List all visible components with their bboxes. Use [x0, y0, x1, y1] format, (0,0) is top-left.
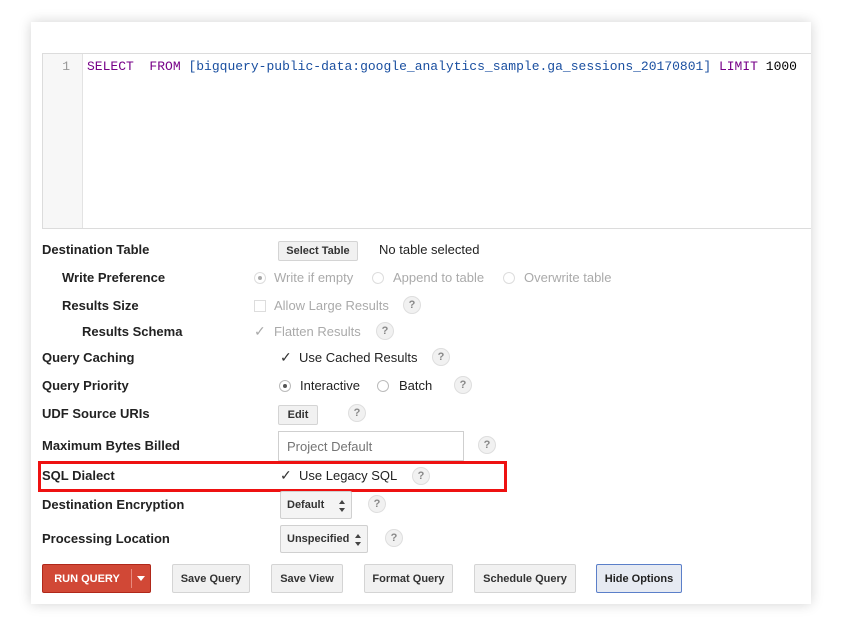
processing-location-value: Unspecified	[287, 533, 350, 545]
help-icon[interactable]: ?	[385, 529, 403, 547]
help-icon[interactable]: ?	[478, 436, 496, 454]
help-icon[interactable]: ?	[348, 404, 366, 422]
destination-encryption-select[interactable]: Default	[280, 491, 352, 519]
flatten-results-label: Flatten Results	[274, 324, 361, 339]
line-gutter: 1	[43, 54, 83, 228]
write-if-empty-label: Write if empty	[274, 270, 354, 285]
destination-table-value: No table selected	[379, 242, 480, 257]
run-query-dropdown-caret-icon[interactable]	[137, 576, 145, 581]
radio-write-if-empty[interactable]	[254, 272, 266, 284]
sql-dialect-highlight-box	[38, 461, 507, 492]
save-view-button[interactable]: Save View	[271, 564, 343, 593]
append-to-table-label: Append to table	[393, 270, 485, 285]
help-icon[interactable]: ?	[454, 376, 472, 394]
write-preference-label: Write Preference	[62, 270, 166, 285]
help-icon[interactable]: ?	[368, 495, 386, 513]
allow-large-results-checkbox[interactable]	[254, 300, 266, 312]
overwrite-table-label: Overwrite table	[524, 270, 612, 285]
maximum-bytes-billed-input[interactable]	[278, 431, 464, 461]
use-cached-results-checkmark-icon[interactable]: ✓	[280, 350, 292, 364]
schedule-query-button[interactable]: Schedule Query	[474, 564, 576, 593]
interactive-label: Interactive	[300, 378, 360, 393]
sql-editor[interactable]: 1 SELECT FROM [bigquery-public-data:goog…	[42, 53, 811, 229]
destination-encryption-value: Default	[287, 499, 325, 511]
results-schema-label: Results Schema	[82, 324, 183, 339]
table-reference: [bigquery-public-data:google_analytics_s…	[188, 59, 712, 74]
batch-label: Batch	[399, 378, 433, 393]
radio-overwrite-table[interactable]	[503, 272, 515, 284]
radio-interactive[interactable]	[279, 380, 291, 392]
limit-value: 1000	[765, 59, 797, 74]
processing-location-select[interactable]: Unspecified	[280, 525, 368, 553]
query-caching-label: Query Caching	[42, 350, 135, 365]
select-updown-icon	[355, 534, 362, 546]
hide-options-button[interactable]: Hide Options	[596, 564, 682, 593]
udf-source-uris-label: UDF Source URIs	[42, 406, 150, 421]
query-priority-label: Query Priority	[42, 378, 129, 393]
select-updown-icon	[339, 500, 346, 512]
line-number: 1	[62, 59, 70, 74]
help-icon[interactable]: ?	[403, 296, 421, 314]
flatten-results-checkmark-icon[interactable]: ✓	[254, 324, 266, 338]
use-cached-results-label: Use Cached Results	[299, 350, 418, 365]
help-icon[interactable]: ?	[376, 322, 394, 340]
maximum-bytes-billed-label: Maximum Bytes Billed	[42, 438, 180, 453]
run-query-label: RUN QUERY	[54, 572, 120, 585]
allow-large-results-label: Allow Large Results	[274, 298, 389, 313]
destination-encryption-label: Destination Encryption	[42, 497, 185, 512]
save-query-button[interactable]: Save Query	[172, 564, 250, 593]
query-editor-card: 1 SELECT FROM [bigquery-public-data:goog…	[31, 22, 811, 604]
sql-code-line[interactable]: SELECT FROM [bigquery-public-data:google…	[87, 59, 797, 74]
run-query-button[interactable]: RUN QUERY	[42, 564, 151, 593]
radio-batch[interactable]	[377, 380, 389, 392]
udf-edit-button[interactable]: Edit	[278, 405, 318, 425]
radio-append-to-table[interactable]	[372, 272, 384, 284]
results-size-label: Results Size	[62, 298, 139, 313]
processing-location-label: Processing Location	[42, 531, 170, 546]
help-icon[interactable]: ?	[432, 348, 450, 366]
keyword-from: FROM	[149, 59, 181, 74]
keyword-limit: LIMIT	[718, 59, 758, 74]
destination-table-label: Destination Table	[42, 242, 150, 257]
run-query-divider	[131, 569, 132, 588]
format-query-button[interactable]: Format Query	[364, 564, 453, 593]
select-table-button[interactable]: Select Table	[278, 241, 358, 261]
keyword-select: SELECT	[87, 59, 134, 74]
